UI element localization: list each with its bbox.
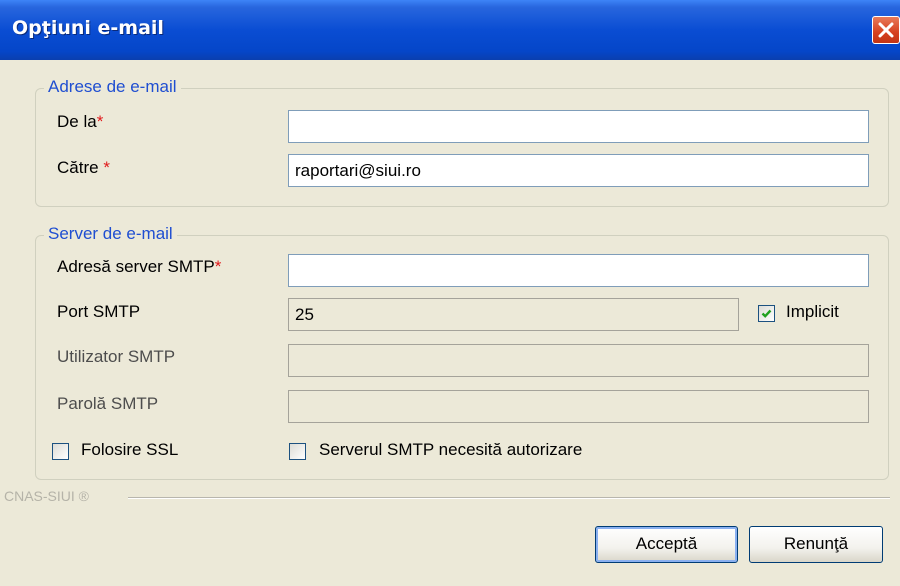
default-port-checkbox[interactable] <box>758 305 775 322</box>
title-bar[interactable]: Opţiuni e-mail <box>0 0 900 60</box>
smtp-port-field[interactable]: 25 <box>288 298 739 331</box>
smtp-password-label: Parolă SMTP <box>57 394 159 413</box>
close-button[interactable] <box>872 16 900 44</box>
from-label: De la* <box>57 112 104 131</box>
from-field[interactable] <box>288 110 869 143</box>
brand-label: CNAS-SIUI ® <box>4 488 89 504</box>
accept-button[interactable]: Acceptă <box>595 526 738 563</box>
email-server-legend: Server de e-mail <box>44 224 177 244</box>
to-label: Către * <box>57 158 110 177</box>
use-ssl-checkbox[interactable] <box>52 443 69 460</box>
smtp-address-label: Adresă server SMTP* <box>57 257 222 276</box>
use-ssl-label[interactable]: Folosire SSL <box>81 440 178 460</box>
to-field[interactable]: raportari@siui.ro <box>288 154 869 187</box>
smtp-user-field[interactable] <box>288 344 869 377</box>
required-marker: * <box>96 112 104 131</box>
dialog-title: Opţiuni e-mail <box>12 17 164 39</box>
smtp-password-field[interactable] <box>288 390 869 423</box>
email-addresses-group <box>35 88 889 207</box>
footer-divider <box>128 497 890 499</box>
smtp-address-field[interactable] <box>288 254 869 287</box>
smtp-auth-checkbox[interactable] <box>289 443 306 460</box>
smtp-user-label: Utilizator SMTP <box>57 347 176 366</box>
email-addresses-legend: Adrese de e-mail <box>44 77 181 97</box>
required-marker: * <box>214 257 222 276</box>
smtp-auth-label[interactable]: Serverul SMTP necesită autorizare <box>319 440 582 460</box>
default-port-label[interactable]: Implicit <box>786 302 839 322</box>
cancel-button[interactable]: Renunţă <box>749 526 883 563</box>
email-options-dialog: Opţiuni e-mail Adrese de e-mail De la* C… <box>0 0 900 586</box>
close-icon <box>878 22 894 38</box>
checkmark-icon <box>761 309 772 318</box>
required-marker: * <box>103 158 110 177</box>
smtp-port-label: Port SMTP <box>57 302 141 321</box>
